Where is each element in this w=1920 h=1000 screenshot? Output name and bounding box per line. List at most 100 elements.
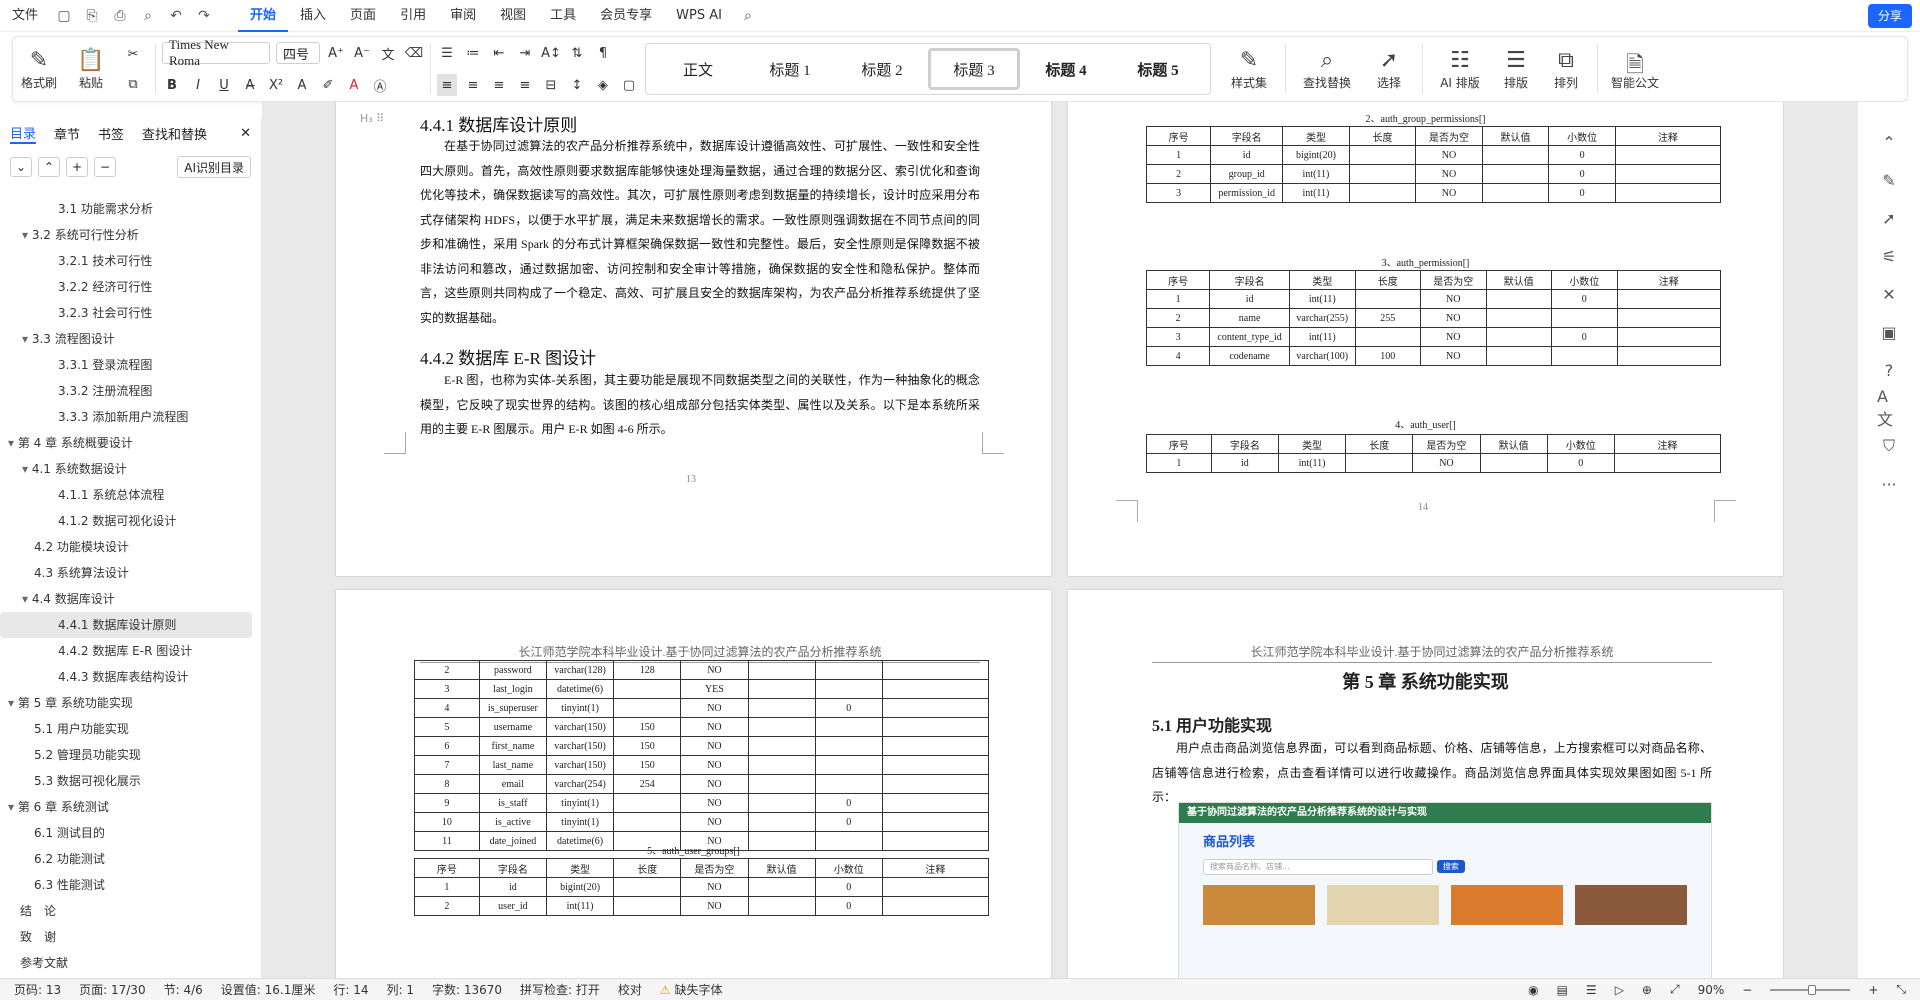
toc-item[interactable]: 4.4.1 数据库设计原则 [0,612,252,638]
text-direction-icon[interactable]: A↕ [541,42,561,64]
format-painter-button[interactable]: ✎ 格式刷 [13,41,65,97]
search-icon[interactable]: ⌕ [736,4,760,28]
style-heading-5[interactable]: 标题 5 [1112,48,1204,90]
bullet-list-icon[interactable]: ☰ [437,42,457,64]
outline-view-icon[interactable]: ☰ [1586,983,1597,997]
align-right-icon[interactable]: ≡ [489,74,509,96]
toc-item[interactable]: ▾ 4.1 系统数据设计 [0,456,252,482]
more-icon[interactable]: ··· [1877,472,1901,496]
expand-icon[interactable]: ⌃ [38,157,60,177]
chevron-up-icon[interactable]: ⌃ [1877,130,1901,154]
font-size-select[interactable]: 四号 [276,42,320,64]
font-effect-icon[interactable]: A [292,74,312,96]
underline-icon[interactable]: U [214,74,234,96]
tab-chapters[interactable]: 章节 [54,124,80,143]
clear-format-icon[interactable]: ⌫ [404,42,424,64]
arrange-button[interactable]: ⧉ 排列 [1541,41,1591,97]
zoom-in-icon[interactable]: + [1868,983,1878,997]
expand-arrow-icon[interactable]: ▾ [22,462,32,476]
find-replace-button[interactable]: ⌕ 查找替换 [1292,41,1362,97]
toc-item[interactable]: ▾ 3.2 系统可行性分析 [0,222,252,248]
tab-wps-ai[interactable]: WPS AI [664,0,734,32]
toc-item[interactable]: 4.2 功能模块设计 [0,534,252,560]
toc-item[interactable]: 5.2 管理员功能实现 [0,742,252,768]
style-heading-4[interactable]: 标题 4 [1020,48,1112,90]
tools-icon[interactable]: ✕ [1877,282,1901,306]
save-icon[interactable]: ▢ [52,4,76,28]
shading-icon[interactable]: ◈ [593,74,613,96]
eye-icon[interactable]: ◉ [1528,983,1538,997]
toc-item[interactable]: 4.4.3 数据库表结构设计 [0,664,252,690]
tab-bookmarks[interactable]: 书签 [98,124,124,143]
shirt-icon[interactable]: ⛉ [1877,434,1901,458]
sort-icon[interactable]: ⇅ [567,42,587,64]
toc-item[interactable]: ▾ 4.4 数据库设计 [0,586,252,612]
expand-arrow-icon[interactable]: ▾ [22,332,32,346]
expand-arrow-icon[interactable]: ▾ [22,592,32,606]
translate-icon[interactable]: A文 [1877,387,1901,429]
italic-icon[interactable]: I [188,74,208,96]
tab-page[interactable]: 页面 [338,0,388,32]
smart-doc-button[interactable]: 🗎 智能公文 [1604,41,1666,97]
expand-arrow-icon[interactable]: ▾ [22,228,32,242]
image-icon[interactable]: ▣ [1877,320,1901,344]
style-set-button[interactable]: ✎ 样式集 [1219,41,1279,97]
web-view-icon[interactable]: ⊕ [1642,983,1652,997]
tab-view[interactable]: 视图 [488,0,538,32]
style-heading-1[interactable]: 标题 1 [744,48,836,90]
toc-item[interactable]: 参考文献 [0,950,252,976]
fullscreen-icon[interactable]: ⤡ [1896,982,1906,997]
export-icon[interactable]: ⎘ [80,4,104,28]
expand-arrow-icon[interactable]: ▾ [8,696,18,710]
style-normal[interactable]: 正文 [652,48,744,90]
zoom-slider[interactable] [1770,984,1851,995]
page-view-icon[interactable]: ▤ [1557,983,1568,997]
toc-item[interactable]: 4.1.1 系统总体流程 [0,482,252,508]
expand-arrow-icon[interactable]: ▾ [8,436,18,450]
toc-item[interactable]: 6.1 测试目的 [0,820,252,846]
font-color-icon[interactable]: A [344,74,364,96]
print-icon[interactable]: ⎙ [108,4,132,28]
font-name-select[interactable]: Times New Roma [162,37,270,68]
select-button[interactable]: ➚ 选择 [1362,41,1416,97]
filter-icon[interactable]: ⚟ [1877,244,1901,268]
fit-width-icon[interactable]: ⤢ [1670,982,1680,997]
line-spacing-icon[interactable]: ↕ [567,74,587,96]
superscript-icon[interactable]: X² [266,74,286,96]
distributed-icon[interactable]: ⊟ [541,74,561,96]
status-spell[interactable]: 拼写检查: 打开 [520,981,600,998]
justify-icon[interactable]: ≡ [515,74,535,96]
decrease-indent-icon[interactable]: ⇤ [489,42,509,64]
remove-icon[interactable]: − [94,157,116,177]
toc-item[interactable]: 3.2.2 经济可行性 [0,274,252,300]
bold-icon[interactable]: B [162,74,182,96]
zoom-out-icon[interactable]: − [1742,983,1752,997]
tab-toc[interactable]: 目录 [10,123,37,144]
shrink-font-icon[interactable]: A⁻ [352,42,372,64]
expand-arrow-icon[interactable]: ▾ [8,800,18,814]
status-missing-font[interactable]: ⚠ 缺失字体 [660,981,723,998]
pen-icon[interactable]: ✎ [1877,168,1901,192]
toc-item[interactable]: 3.3.3 添加新用户流程图 [0,404,252,430]
phonetic-icon[interactable]: 文 [378,42,398,64]
toc-item[interactable]: ▾ 第 6 章 系统测试 [0,794,252,820]
show-marks-icon[interactable]: ¶ [593,42,613,64]
collapse-icon[interactable]: ⌄ [10,157,32,177]
toc-item[interactable]: 结 论 [0,898,252,924]
help-icon[interactable]: ? [1877,358,1901,382]
paste-button[interactable]: 📋 粘贴 [65,41,117,97]
toc-item[interactable]: ▾ 第 5 章 系统功能实现 [0,690,252,716]
align-left-icon[interactable]: ≡ [437,74,457,96]
toc-item[interactable]: 4.4.2 数据库 E-R 图设计 [0,638,252,664]
border-icon[interactable]: ▢ [619,74,639,96]
status-proof[interactable]: 校对 [618,981,642,998]
status-words[interactable]: 字数: 13670 [432,981,502,998]
toc-item[interactable]: 3.1 功能需求分析 [0,196,252,222]
toc-item[interactable]: 4.3 系统算法设计 [0,560,252,586]
layout-button[interactable]: ☰ 排版 [1491,41,1541,97]
toc-item[interactable]: 3.3.1 登录流程图 [0,352,252,378]
toc-item[interactable]: 4.1.2 数据可视化设计 [0,508,252,534]
tab-insert[interactable]: 插入 [288,0,338,32]
tab-member[interactable]: 会员专享 [588,0,664,32]
file-menu[interactable]: 文件 [0,0,50,32]
